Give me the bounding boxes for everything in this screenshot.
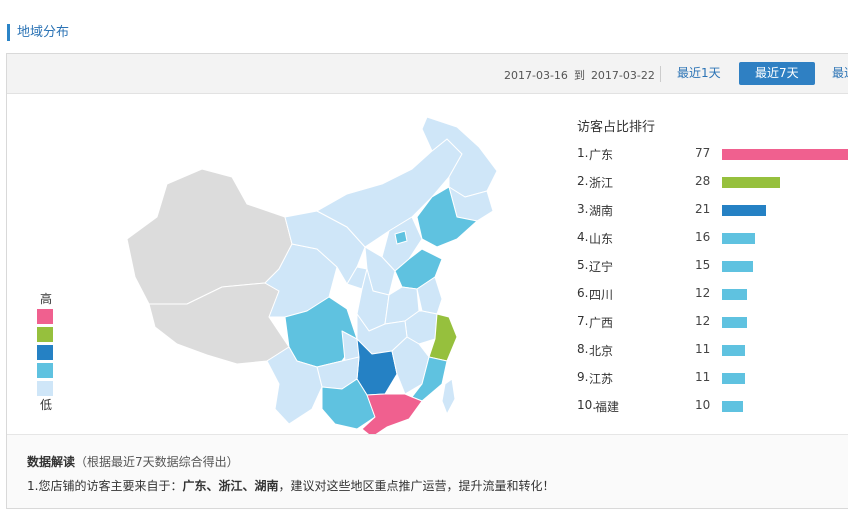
ranking-count: 16 <box>695 230 711 244</box>
ranking-province: 广东 <box>589 148 614 162</box>
ranking-count: 77 <box>695 146 711 160</box>
province-taiwan[interactable] <box>441 378 456 415</box>
legend-swatch <box>37 345 53 360</box>
ranking-province: 江苏 <box>589 372 614 386</box>
province-chongqing[interactable] <box>341 330 360 362</box>
ranking-index: 3. <box>577 202 589 216</box>
ranking-province: 福建 <box>595 400 620 414</box>
ranking-index: 5. <box>577 258 589 272</box>
legend-swatches <box>37 309 55 396</box>
ranking-province: 辽宁 <box>589 260 614 274</box>
ranking-row: 4. 山东 16 <box>577 226 848 254</box>
china-map-svg <box>126 116 498 465</box>
ranking-bar <box>722 345 745 356</box>
ranking-row: 2. 浙江 28 <box>577 170 848 198</box>
ranking-province: 广西 <box>589 316 614 330</box>
legend-swatch <box>37 327 53 342</box>
notes-highlight-sep-1: 、 <box>206 479 219 493</box>
ranking-bar <box>722 401 743 412</box>
region-distribution-panel: 2017-03-16 到 2017-03-22 最近1天 最近7天 最近30天 高 … <box>6 53 848 509</box>
ranking-count: 28 <box>695 174 711 188</box>
notes-highlight-3: 湖南 <box>254 479 279 493</box>
date-end: 2017-03-22 <box>590 69 655 82</box>
notes-suffix: ，建议对这些地区重点推广运营，提升流量和转化！ <box>278 479 555 493</box>
notes-highlight-1: 广东 <box>182 479 207 493</box>
date-range[interactable]: 2017-03-16 到 2017-03-22 <box>504 67 655 83</box>
ranking-count: 11 <box>695 370 711 384</box>
ranking-bar <box>722 205 766 216</box>
range-last-1-day[interactable]: 最近1天 <box>677 62 721 85</box>
ranking-row: 9. 江苏 11 <box>577 366 848 394</box>
ranking-index: 7. <box>577 314 589 328</box>
date-start: 2017-03-16 <box>504 69 568 82</box>
ranking-province: 湖南 <box>589 204 614 218</box>
ranking-index: 8. <box>577 342 589 356</box>
ranking-row: 10. 福建 10 <box>577 394 848 422</box>
notes-line: 1.您店铺的访客主要来自于：广东、浙江、湖南，建议对这些地区重点推广运营，提升流… <box>27 477 555 494</box>
ranking-count: 10 <box>695 398 711 412</box>
notes-highlight-sep-2: 、 <box>242 479 255 493</box>
ranking-count: 12 <box>695 314 711 328</box>
color-legend: 高 低 <box>37 292 55 412</box>
ranking-row: 5. 辽宁 15 <box>577 254 848 282</box>
ranking-index: 6. <box>577 286 589 300</box>
ranking-bar <box>722 177 780 188</box>
ranking-count: 11 <box>695 342 711 356</box>
ranking-count: 21 <box>695 202 711 216</box>
ranking-province: 山东 <box>589 232 614 246</box>
date-separator: 到 <box>573 69 585 82</box>
ranking-bar <box>722 289 747 300</box>
notes-title: 数据解读（根据最近7天数据综合得出） <box>27 453 239 470</box>
ranking-index: 9. <box>577 370 589 384</box>
ranking-row: 8. 北京 11 <box>577 338 848 366</box>
china-map <box>17 99 547 465</box>
range-last-7-days[interactable]: 最近7天 <box>739 62 815 85</box>
ranking-index: 1. <box>577 146 589 160</box>
ranking-bar <box>722 261 753 272</box>
legend-swatch <box>37 381 53 396</box>
legend-low-label: 低 <box>39 398 52 412</box>
data-interpretation: 数据解读（根据最近7天数据综合得出） 1.您店铺的访客主要来自于：广东、浙江、湖… <box>7 434 848 508</box>
ranking-province: 北京 <box>589 344 614 358</box>
ranking-bar <box>722 149 848 160</box>
ranking-index: 10. <box>577 398 597 412</box>
section-title: 地域分布 <box>7 24 69 41</box>
ranking-title: 访客占比排行 <box>577 120 656 135</box>
ranking-count: 15 <box>695 258 711 272</box>
province-beijing[interactable] <box>394 230 408 245</box>
range-last-30-days[interactable]: 最近30天 <box>832 62 848 85</box>
ranking-province: 浙江 <box>589 176 614 190</box>
ranking-row: 6. 四川 12 <box>577 282 848 310</box>
ranking-list: 1. 广东 77 2. 浙江 28 3. 湖南 21 4. 山东 16 5. 辽宁 15 6. 四川 12 7. 广西… <box>577 142 848 422</box>
ranking-row: 3. 湖南 21 <box>577 198 848 226</box>
ranking-count: 12 <box>695 286 711 300</box>
legend-swatch <box>37 363 53 378</box>
ranking-province: 四川 <box>589 288 614 302</box>
ranking-row: 1. 广东 77 <box>577 142 848 170</box>
toolbar: 2017-03-16 到 2017-03-22 最近1天 最近7天 最近30天 <box>7 54 848 94</box>
ranking-row: 7. 广西 12 <box>577 310 848 338</box>
notes-highlight-2: 浙江 <box>218 479 243 493</box>
ranking-bar <box>722 233 755 244</box>
legend-swatch <box>37 309 53 324</box>
notes-subtitle: （根据最近7天数据综合得出） <box>75 455 239 469</box>
notes-heading: 数据解读 <box>27 455 76 469</box>
ranking-index: 2. <box>577 174 589 188</box>
ranking-index: 4. <box>577 230 589 244</box>
legend-high-label: 高 <box>39 292 52 306</box>
toolbar-divider <box>660 66 661 82</box>
ranking-bar <box>722 317 747 328</box>
notes-prefix: 1.您店铺的访客主要来自于： <box>27 479 183 493</box>
ranking-bar <box>722 373 745 384</box>
